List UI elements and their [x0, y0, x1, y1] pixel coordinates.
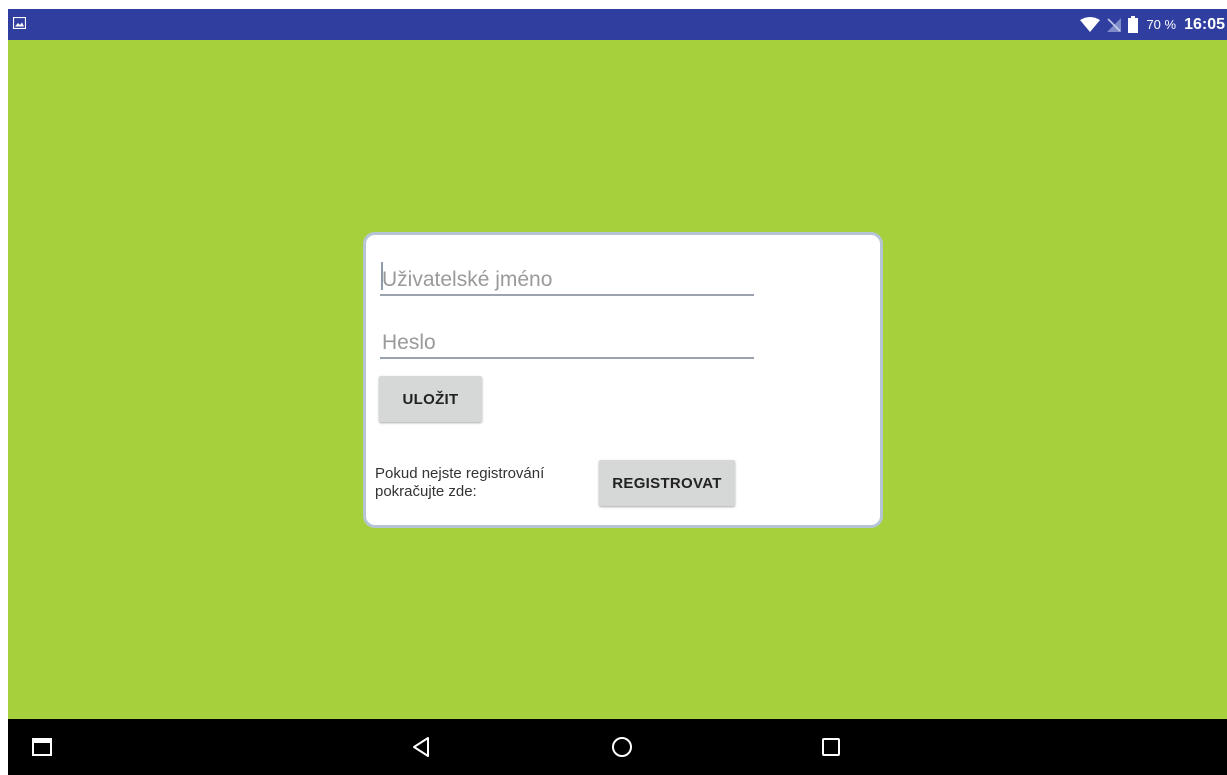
password-field[interactable]	[380, 317, 754, 359]
username-field[interactable]	[380, 254, 754, 296]
register-note-line1: Pokud nejste registrování	[375, 465, 545, 482]
window-icon	[32, 738, 52, 756]
no-signal-icon	[1107, 17, 1122, 32]
overview-icon	[822, 738, 840, 756]
username-input[interactable]	[382, 268, 752, 292]
register-note: Pokud nejste registrování pokračujte zde…	[375, 465, 590, 501]
window-button[interactable]	[28, 719, 56, 775]
wifi-icon	[1080, 16, 1101, 32]
back-icon	[413, 737, 429, 757]
app-screen: 70 % 16:05 ULOŽIT Pokud nejste registrov…	[8, 9, 1227, 775]
home-button[interactable]	[607, 719, 637, 775]
login-card: ULOŽIT Pokud nejste registrování pokraču…	[363, 232, 883, 528]
home-icon	[612, 737, 632, 757]
save-button[interactable]: ULOŽIT	[379, 376, 482, 422]
back-button[interactable]	[406, 719, 436, 775]
overview-button[interactable]	[816, 719, 846, 775]
clock: 16:05	[1184, 15, 1225, 33]
status-indicators: 70 % 16:05	[1080, 9, 1227, 40]
register-note-line2: pokračujte zde:	[375, 483, 477, 500]
battery-percent: 70 %	[1146, 17, 1177, 32]
register-button[interactable]: REGISTROVAT	[599, 460, 735, 506]
navigation-bar	[8, 719, 1227, 775]
status-bar: 70 % 16:05	[8, 9, 1227, 40]
battery-icon	[1128, 16, 1139, 33]
image-icon	[13, 17, 26, 29]
password-input[interactable]	[382, 331, 752, 355]
